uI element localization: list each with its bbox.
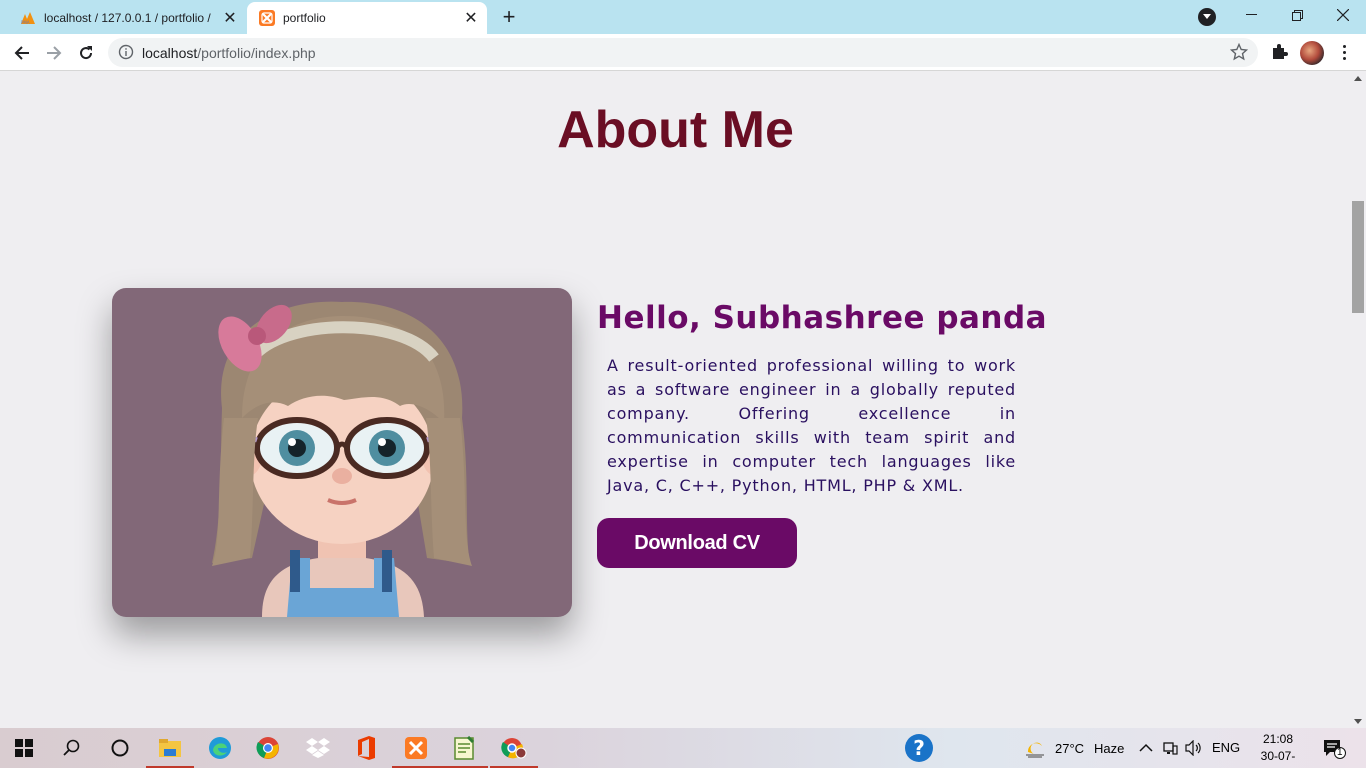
reload-icon <box>80 46 93 60</box>
notepad-plus-icon <box>454 736 475 760</box>
reload-button[interactable] <box>73 40 99 66</box>
tab-close-icon[interactable]: ✕ <box>220 8 240 28</box>
address-bar[interactable]: localhost/portfolio/index.php <box>108 38 1258 67</box>
scroll-thumb[interactable] <box>1352 201 1364 313</box>
weather-temp[interactable]: 27°C <box>1055 741 1084 756</box>
tab-search-icon[interactable] <box>1198 8 1216 26</box>
xampp-icon <box>259 10 275 26</box>
info-icon[interactable] <box>118 44 134 60</box>
dropbox-icon <box>306 738 330 758</box>
office-icon <box>358 736 375 760</box>
network-icon[interactable] <box>1162 740 1178 759</box>
download-cv-button[interactable]: Download CV <box>597 518 797 568</box>
xampp-icon <box>405 737 427 759</box>
windows-taskbar: ? 27°C Haze ENG 21:08 30-07-2021 1 <box>0 728 1366 768</box>
profile-photo <box>112 288 572 617</box>
forward-button[interactable] <box>41 40 67 66</box>
tab-title: portfolio <box>283 11 326 25</box>
taskbar-notepad-plus[interactable] <box>440 728 488 768</box>
search-icon <box>63 739 80 756</box>
taskbar-xampp[interactable] <box>392 728 440 768</box>
forward-arrow-icon <box>47 46 62 60</box>
taskbar-chrome[interactable] <box>244 728 292 768</box>
cortana-button[interactable] <box>96 728 144 768</box>
weather-desc[interactable]: Haze <box>1094 741 1124 756</box>
folder-icon <box>159 739 181 757</box>
tab-title: localhost / 127.0.0.1 / portfolio / <box>44 11 211 25</box>
profile-avatar[interactable] <box>1300 41 1324 65</box>
weather-haze-icon[interactable] <box>1024 740 1048 761</box>
clock-date: 30-07-2021 <box>1260 749 1296 768</box>
browser-menu-icon[interactable] <box>1336 42 1352 62</box>
tab-close-icon[interactable]: ✕ <box>461 8 481 28</box>
greeting-heading: Hello, Subhashree panda <box>597 300 1048 336</box>
back-button[interactable] <box>9 40 35 66</box>
bio-paragraph: A result-oriented professional willing t… <box>607 356 1016 495</box>
section-title: About Me <box>557 101 794 159</box>
extensions-puzzle-icon[interactable] <box>1269 42 1289 62</box>
minimize-button[interactable] <box>1228 0 1274 30</box>
browser-tab-strip: PMA localhost / 127.0.0.1 / portfolio / … <box>0 0 1366 34</box>
clock[interactable]: 21:08 30-07-2021 <box>1250 731 1306 768</box>
svg-text:PMA: PMA <box>21 20 30 25</box>
svg-text:?: ? <box>913 736 925 760</box>
windows-logo-icon <box>15 739 33 757</box>
scroll-up-arrow-icon[interactable] <box>1354 76 1362 81</box>
help-button[interactable]: ? <box>895 728 943 768</box>
scroll-down-arrow-icon[interactable] <box>1354 719 1362 724</box>
notification-count: 1 <box>1337 747 1343 758</box>
bookmark-star-icon[interactable] <box>1229 42 1249 61</box>
new-tab-button[interactable]: + <box>498 4 520 29</box>
language-indicator[interactable]: ENG <box>1212 740 1240 755</box>
taskbar-edge[interactable] <box>196 728 244 768</box>
clock-time: 21:08 <box>1262 732 1294 746</box>
volume-icon[interactable] <box>1185 739 1203 759</box>
tab-phpmyadmin[interactable]: PMA localhost / 127.0.0.1 / portfolio / … <box>8 2 246 34</box>
taskbar-office[interactable] <box>342 728 390 768</box>
close-window-button[interactable] <box>1320 0 1366 30</box>
tray-chevron-up-icon[interactable] <box>1139 741 1153 756</box>
cortana-circle-icon <box>111 739 129 757</box>
cartoon-girl-illustration <box>212 301 472 617</box>
restore-button[interactable] <box>1274 0 1320 30</box>
back-arrow-icon <box>14 46 29 60</box>
chrome-icon <box>256 737 279 759</box>
start-button[interactable] <box>0 728 48 768</box>
url-text: localhost/portfolio/index.php <box>142 45 316 61</box>
url-host: localhost <box>142 45 198 61</box>
taskbar-chrome-profile[interactable] <box>490 728 538 768</box>
taskbar-dropbox[interactable] <box>294 728 342 768</box>
phpmyadmin-icon: PMA <box>20 10 36 26</box>
browser-toolbar: localhost/portfolio/index.php <box>0 34 1366 71</box>
help-question-icon: ? <box>905 734 933 762</box>
page-scrollbar[interactable] <box>1351 72 1366 728</box>
edge-icon <box>209 737 231 759</box>
chrome-profile-icon <box>501 738 527 759</box>
tab-portfolio[interactable]: portfolio ✕ <box>247 2 487 34</box>
url-path: /portfolio/index.php <box>197 45 316 61</box>
taskbar-file-explorer[interactable] <box>146 728 194 768</box>
page-viewport: About Me Hello, Subhashree panda A resul… <box>0 72 1351 728</box>
search-button[interactable] <box>48 728 96 768</box>
